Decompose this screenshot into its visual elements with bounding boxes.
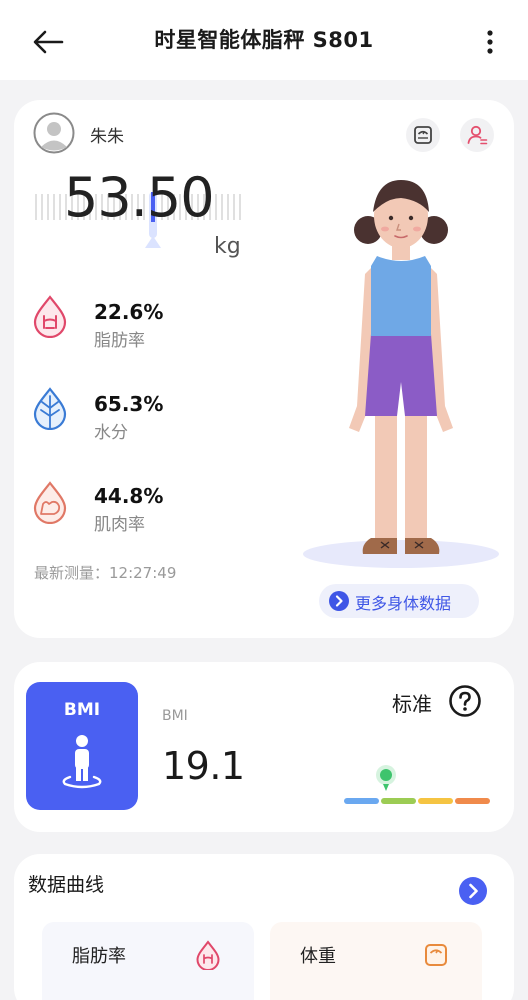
data-curve-title: 数据曲线 <box>28 874 105 896</box>
bmi-value: 19.1 <box>162 744 245 788</box>
avatar[interactable] <box>33 112 75 154</box>
chevron-right-circle-icon <box>459 877 487 905</box>
last-measure-time: 最新测量：12:27:49 <box>34 564 177 582</box>
more-body-data-button[interactable]: 更多身体数据 <box>319 584 479 618</box>
bmi-scale-segment <box>381 798 416 804</box>
bmi-status: 标准 <box>392 692 432 716</box>
water-label: 水分 <box>94 423 128 443</box>
bmi-scale-segment <box>418 798 453 804</box>
body-figure-illustration <box>303 180 499 568</box>
body-fat-drop-icon <box>196 940 220 970</box>
scale-button[interactable] <box>406 118 440 152</box>
curve-tile-body-fat[interactable]: 脂肪率 <box>42 922 254 1000</box>
curve-tile-label: 脂肪率 <box>72 946 126 967</box>
user-avatar-icon <box>33 112 75 154</box>
help-icon[interactable] <box>448 684 482 718</box>
more-options-button[interactable] <box>478 22 502 62</box>
person-standing-icon <box>62 735 102 789</box>
muscle-value: 44.8% <box>94 484 164 508</box>
more-body-data-label: 更多身体数据 <box>355 594 452 613</box>
bmi-card[interactable]: BMI BMI 19.1 标准 <box>14 662 514 832</box>
body-fat-drop-icon <box>30 294 70 339</box>
scale-icon <box>425 944 447 966</box>
measurement-card: 朱朱 53.50 kg 22.6% 脂肪率 65.3% 水分 44.8% 肌肉率… <box>14 100 514 638</box>
bmi-tile-label: BMI <box>63 700 101 720</box>
chevron-right-circle-icon <box>329 591 349 611</box>
more-vertical-icon <box>487 30 493 54</box>
data-curve-more-button[interactable] <box>458 876 488 906</box>
body-fat-label: 脂肪率 <box>94 331 145 351</box>
bmi-position-marker-icon <box>376 765 396 791</box>
muscle-label: 肌肉率 <box>94 515 145 535</box>
user-name: 朱朱 <box>90 127 124 147</box>
data-curve-card: 数据曲线 脂肪率 体重 <box>14 854 514 1000</box>
bmi-scale-segment <box>455 798 490 804</box>
switch-user-button[interactable] <box>460 118 494 152</box>
water-value: 65.3% <box>94 392 164 416</box>
top-bar: 时星智能体脂秤 S801 <box>0 0 528 80</box>
weight-value: 53.50 <box>64 166 215 229</box>
curve-tile-weight[interactable]: 体重 <box>270 922 482 1000</box>
curve-tile-label: 体重 <box>300 946 336 967</box>
muscle-arm-icon <box>30 480 70 525</box>
body-fat-value: 22.6% <box>94 300 164 324</box>
bmi-range-scale <box>344 798 490 804</box>
bmi-scale-segment <box>344 798 379 804</box>
user-switch-icon <box>467 125 488 145</box>
scale-icon <box>414 126 432 144</box>
bmi-tile: BMI <box>26 682 138 810</box>
page-title: 时星智能体脂秤 S801 <box>154 28 374 52</box>
weight-unit: kg <box>214 234 241 259</box>
bmi-label: BMI <box>162 708 188 724</box>
water-leaf-icon <box>30 386 70 431</box>
